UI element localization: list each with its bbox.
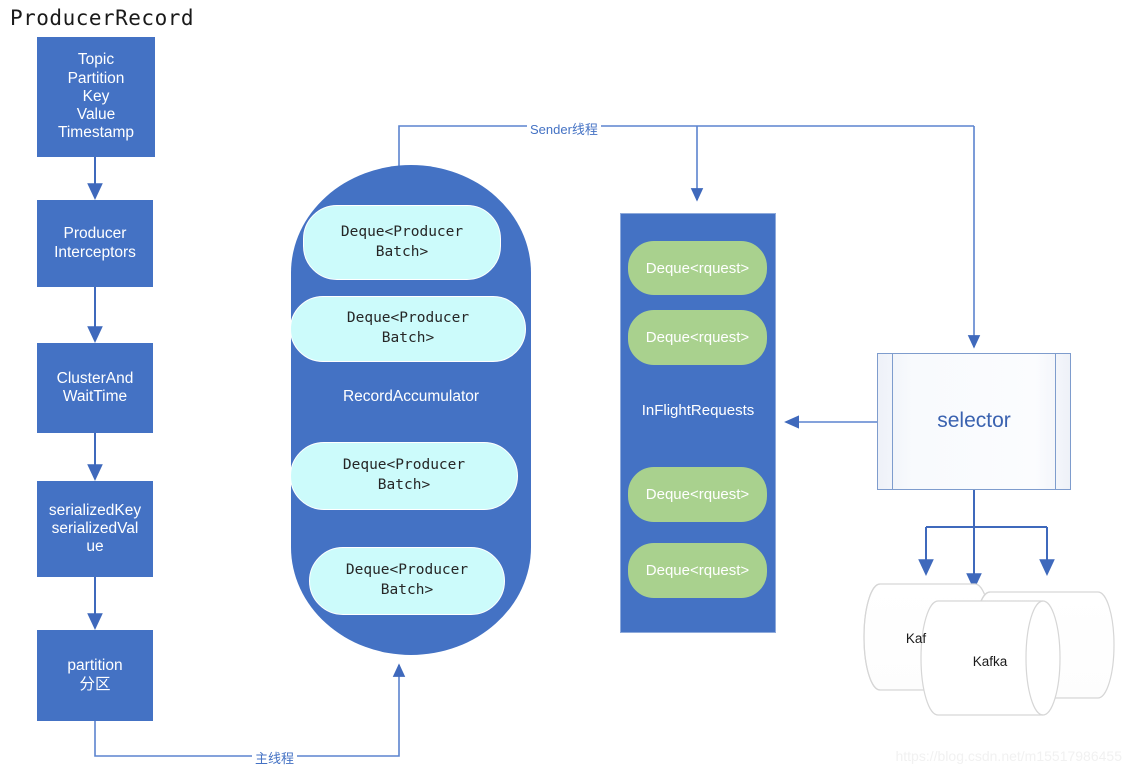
selector-label: selector — [937, 409, 1011, 432]
deque-request-4: Deque<rquest> — [628, 543, 767, 598]
deque-request-3: Deque<rquest> — [628, 467, 767, 522]
deque-producer-batch-3: Deque<Producer Batch> — [290, 442, 518, 510]
deque-producer-batch-2-label: Deque<Producer Batch> — [346, 310, 470, 346]
record-line-timestamp: Timestamp — [57, 124, 135, 142]
producer-interceptors-box: Producer Interceptors — [37, 200, 153, 287]
deque-producer-batch-1: Deque<Producer Batch> — [303, 205, 501, 280]
serialized-line3: ue — [86, 538, 104, 556]
record-line-topic: Topic — [77, 51, 115, 69]
partition-line1: partition — [67, 657, 123, 675]
deque-producer-batch-4-label: Deque<Producer Batch> — [345, 562, 469, 598]
deque-request-1: Deque<rquest> — [628, 241, 767, 295]
deque-producer-batch-4: Deque<Producer Batch> — [309, 547, 505, 615]
record-accumulator-label: RecordAccumulator — [342, 388, 480, 405]
record-line-partition: Partition — [67, 69, 125, 87]
sender-thread-label: Sender线程 — [527, 119, 601, 138]
producer-record-box: Topic Partition Key Value Timestamp — [37, 37, 155, 157]
partition-box: partition 分区 — [37, 630, 153, 721]
producer-interceptors-line2: Interceptors — [54, 243, 136, 261]
cluster-wait-line2: WaitTime — [62, 388, 128, 405]
kafka-back-left-label: Kaf — [905, 631, 927, 646]
record-line-value: Value — [76, 106, 116, 124]
record-line-key: Key — [82, 87, 110, 105]
deque-request-4-label: Deque<rquest> — [645, 562, 750, 579]
serialized-key-value-box: serializedKey serializedVal ue — [37, 481, 153, 577]
cluster-and-wait-time-box: ClusterAnd WaitTime — [37, 343, 153, 433]
serialized-line1: serializedKey — [48, 501, 142, 519]
deque-request-2-label: Deque<rquest> — [645, 329, 750, 346]
cluster-wait-line1: ClusterAnd — [56, 369, 134, 387]
deque-producer-batch-3-label: Deque<Producer Batch> — [342, 457, 466, 493]
deque-request-1-label: Deque<rquest> — [645, 259, 750, 277]
kafka-front-label: Kafka — [972, 654, 1008, 669]
main-thread-label: 主线程 — [252, 748, 298, 767]
watermark: https://blog.csdn.net/m15517986455 — [895, 748, 1122, 764]
inflight-requests-label: InFlightRequests — [641, 402, 755, 419]
diagram-canvas: ProducerRecord Topic Partition Key Value… — [0, 0, 1128, 773]
producer-interceptors-line1: Producer — [63, 225, 127, 243]
partition-line2: 分区 — [79, 675, 111, 693]
deque-producer-batch-2: Deque<Producer Batch> — [290, 296, 526, 362]
diagram-title: ProducerRecord — [10, 6, 195, 30]
deque-producer-batch-1-label: Deque<Producer Batch> — [340, 223, 464, 260]
serialized-line2: serializedVal — [51, 519, 139, 537]
deque-request-2: Deque<rquest> — [628, 310, 767, 365]
deque-request-3-label: Deque<rquest> — [645, 486, 750, 503]
